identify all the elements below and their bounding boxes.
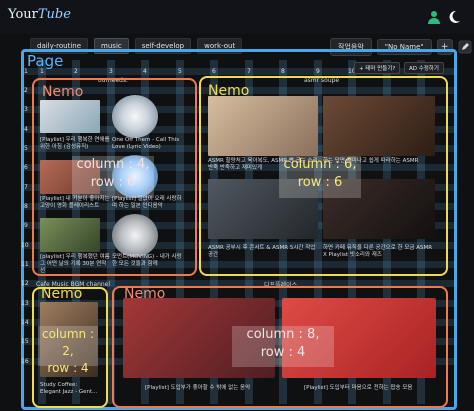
grid-row-number: 11	[21, 261, 29, 268]
grid-row-number: 14	[21, 319, 29, 326]
grid-column-number: 8	[281, 68, 285, 75]
grid-row-number: 6	[24, 164, 28, 171]
top-bar: YourTube	[0, 0, 474, 34]
edit-ad-button[interactable]: AD 수정하기	[404, 62, 444, 74]
grid-column-number: 9	[316, 68, 320, 75]
video-thumbnail[interactable]	[323, 96, 435, 156]
make-theme-button[interactable]: + 테마 만들기?	[354, 62, 401, 74]
video-caption[interactable]: [Playlist] 우리 행복한 연애를 위한 아침 (감성뮤직)	[40, 137, 110, 151]
section-title: Nemo	[41, 286, 83, 302]
grid-row-number: 9	[24, 222, 28, 229]
overlay-line: column : 6,	[283, 157, 357, 172]
video-caption[interactable]: One Off Them - Call This Love (Lyric Vid…	[112, 137, 184, 151]
grid-row-number: 12	[21, 280, 29, 287]
grid-column-number: 3	[109, 68, 113, 75]
video-caption[interactable]: [Playlist] 도입부터 마음으로 전하는 팝송 모음	[304, 385, 444, 392]
moon-icon[interactable]	[446, 9, 462, 25]
grid-column-number: 1	[40, 68, 44, 75]
grid-column-number: 6	[212, 68, 216, 75]
grid-row-number: 8	[24, 203, 28, 210]
video-thumbnail[interactable]	[40, 100, 100, 133]
grid-overlay: column : 2, row : 4	[38, 326, 98, 375]
grid-row-number: 16	[21, 358, 29, 365]
app-logo[interactable]: YourTube	[8, 7, 71, 22]
video-thumbnail[interactable]	[40, 218, 100, 252]
video-caption[interactable]: Study Coffee: Elegant Jazz - Gent...	[40, 382, 98, 396]
grid-column-number: 4	[143, 68, 147, 75]
video-caption[interactable]: [playlist] 우리 행복했던 여름 그 어떤 날의 기록 30분 연작선	[40, 254, 110, 275]
logo-accent: Tube	[37, 7, 71, 22]
video-caption[interactable]: [Playlist] 내 기분이 좋아지는 고양이 영화 플레이리스트	[40, 196, 110, 210]
grid-row-number: 13	[21, 300, 29, 307]
grid-row-number: 3	[24, 106, 28, 113]
section-title: Nemo	[42, 84, 84, 100]
video-caption[interactable]: [Playlist] 도입부가 좋아할 수 밖에 없는 음악	[145, 385, 285, 392]
grid-row-number: 1	[24, 68, 28, 75]
video-caption[interactable]: [Playlist] 말없이 오래 사랑하며 하는 일본 인디음악	[112, 196, 184, 210]
overlay-line: row : 6	[297, 175, 343, 190]
overlay-line: column : 2,	[41, 327, 95, 358]
grid-row-number: 10	[21, 242, 29, 249]
video-caption[interactable]: ASMR 공부시 후 콘서트 & ASMR 5시간 작업 공간	[208, 245, 318, 259]
person-icon[interactable]	[426, 9, 442, 25]
logo-main: Your	[8, 7, 38, 22]
grid-overlay: column : 6, row : 6	[279, 156, 361, 198]
overlay-line: column : 4,	[76, 157, 150, 172]
grid-column-number: 7	[247, 68, 251, 75]
grid-row-number: 2	[24, 87, 28, 94]
grid-row-number: 7	[24, 184, 28, 191]
overlay-line: row : 4	[260, 345, 306, 360]
grid-overlay: column : 8, row : 4	[232, 326, 334, 367]
video-caption[interactable]: 모먼트(MOVING) - 내가 사랑한 모든 것들과 함께	[112, 254, 184, 268]
overlay-line: column : 8,	[246, 327, 320, 342]
video-caption[interactable]: 하면 카페 뮤직을 다른 공간으로 한 모금 ASMR X Playlist 빗…	[323, 245, 435, 259]
edit-icon[interactable]	[458, 40, 472, 54]
grid-row-number: 15	[21, 338, 29, 345]
grid-row-number: 4	[24, 126, 28, 133]
video-thumbnail[interactable]	[112, 95, 158, 138]
grid-column-number: 2	[74, 68, 78, 75]
overlay-line: row : 6	[90, 175, 136, 190]
grid-column-number: 5	[178, 68, 182, 75]
video-thumbnail[interactable]	[208, 96, 318, 156]
video-thumbnail[interactable]	[112, 214, 158, 257]
grid-row-number: 5	[24, 145, 28, 152]
overlay-line: row : 4	[47, 361, 89, 375]
grid-overlay: column : 4, row : 6	[72, 156, 154, 198]
